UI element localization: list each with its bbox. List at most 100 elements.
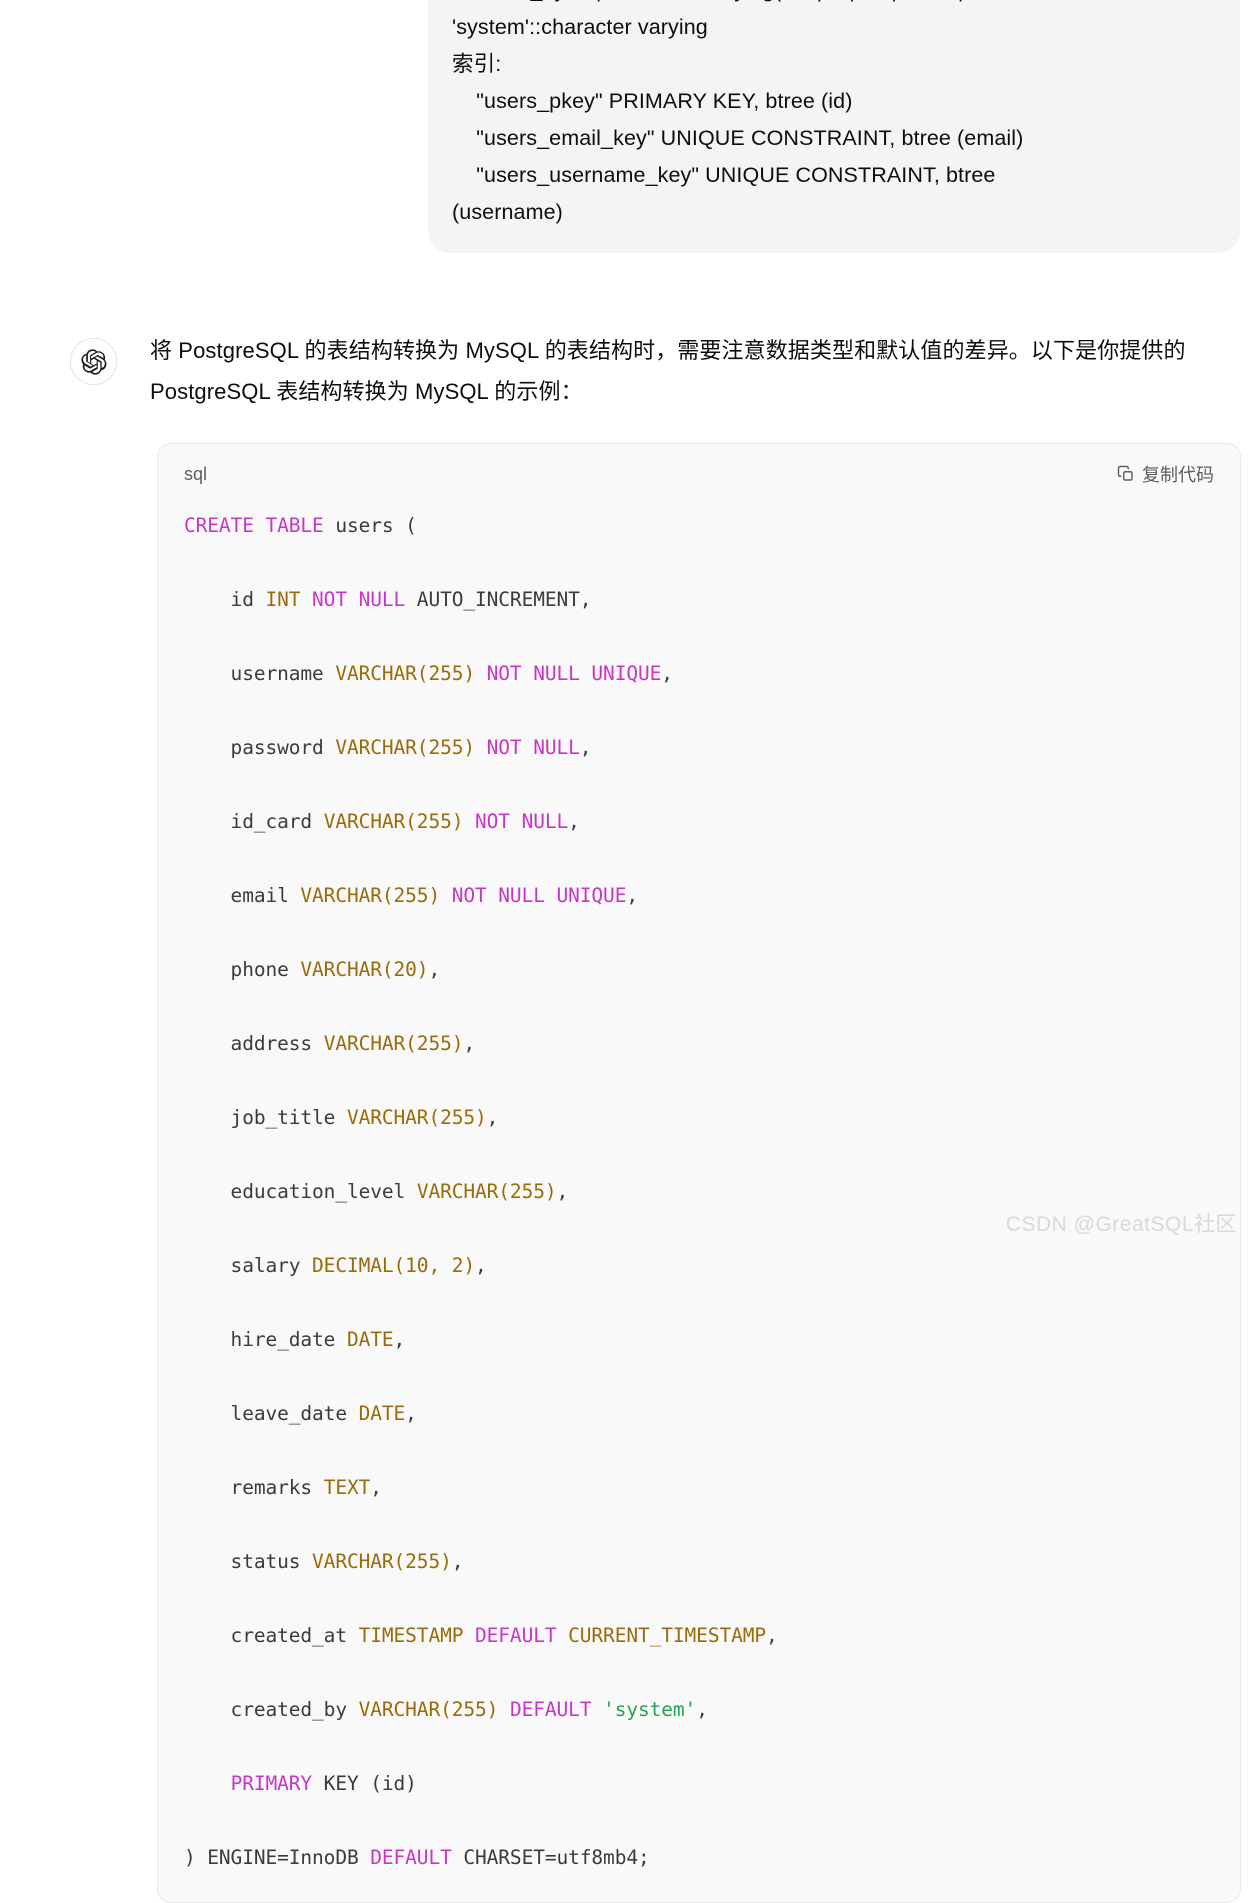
code-token: NOT NULL: [487, 736, 580, 759]
code-token: PRIMARY: [231, 1772, 312, 1795]
code-token: VARCHAR(255): [335, 662, 475, 685]
code-block: sql 复制代码 CREATE TABLE users ( id INT NOT…: [157, 443, 1241, 1903]
code-line: PRIMARY KEY (id): [184, 1765, 1214, 1802]
code-token: ,: [452, 1550, 464, 1573]
code-line: job_title VARCHAR(255),: [184, 1099, 1214, 1136]
code-token: ,: [766, 1624, 778, 1647]
code-token: VARCHAR(255): [324, 1032, 464, 1055]
code-token: ,: [475, 1254, 487, 1277]
code-token: ,: [661, 662, 673, 685]
code-token: ,: [428, 958, 440, 981]
code-token: TEXT: [324, 1476, 371, 1499]
code-line: education_level VARCHAR(255),: [184, 1173, 1214, 1210]
code-content[interactable]: CREATE TABLE users ( id INT NOT NULL AUT…: [158, 493, 1240, 1902]
code-token: NOT NULL UNIQUE: [452, 884, 627, 907]
assistant-message-body: 将 PostgreSQL 的表结构转换为 MySQL 的表结构时，需要注意数据类…: [150, 330, 1242, 430]
code-line: email VARCHAR(255) NOT NULL UNIQUE,: [184, 877, 1214, 914]
code-language-label: sql: [184, 464, 207, 485]
code-token: ,: [696, 1698, 708, 1721]
code-token: users (: [324, 514, 417, 537]
code-line: salary DECIMAL(10, 2),: [184, 1247, 1214, 1284]
user-message-line: "users_email_key" UNIQUE CONSTRAINT, btr…: [452, 120, 1216, 157]
code-token: job_title: [184, 1106, 347, 1129]
code-token: ,: [557, 1180, 569, 1203]
code-token: NOT NULL: [312, 588, 405, 611]
code-token: [498, 1698, 510, 1721]
code-token: VARCHAR(255): [324, 810, 464, 833]
copy-code-button[interactable]: 复制代码: [1117, 461, 1214, 487]
user-message-bubble: created_by | character varying(255) | | …: [428, 0, 1240, 253]
code-line: address VARCHAR(255),: [184, 1025, 1214, 1062]
code-token: VARCHAR(20): [300, 958, 428, 981]
code-token: hire_date: [184, 1328, 347, 1351]
code-line: username VARCHAR(255) NOT NULL UNIQUE,: [184, 655, 1214, 692]
code-token: phone: [184, 958, 300, 981]
assistant-paragraph: 将 PostgreSQL 的表结构转换为 MySQL 的表结构时，需要注意数据类…: [150, 330, 1242, 412]
code-line: id INT NOT NULL AUTO_INCREMENT,: [184, 581, 1214, 618]
code-token: remarks: [184, 1476, 324, 1499]
code-token: password: [184, 736, 335, 759]
code-token: NOT NULL UNIQUE: [487, 662, 662, 685]
user-message-line: created_by | character varying(255) | | …: [452, 0, 1216, 9]
code-token: DEFAULT: [370, 1846, 451, 1869]
code-line: created_by VARCHAR(255) DEFAULT 'system'…: [184, 1691, 1214, 1728]
openai-logo-icon: [81, 349, 107, 375]
copy-code-label: 复制代码: [1142, 461, 1214, 487]
code-token: salary: [184, 1254, 312, 1277]
code-line: remarks TEXT,: [184, 1469, 1214, 1506]
code-token: ,: [370, 1476, 382, 1499]
code-token: ,: [626, 884, 638, 907]
code-token: AUTO_INCREMENT,: [405, 588, 591, 611]
user-message-line: (username): [452, 194, 1216, 231]
code-token: ,: [405, 1402, 417, 1425]
code-token: CHARSET=utf8mb4;: [452, 1846, 650, 1869]
code-token: [475, 662, 487, 685]
code-line: CREATE TABLE users (: [184, 507, 1214, 544]
user-message-line: "users_username_key" UNIQUE CONSTRAINT, …: [452, 157, 1216, 194]
code-block-header: sql 复制代码: [158, 444, 1240, 493]
code-token: INT: [265, 588, 300, 611]
code-token: DATE: [359, 1402, 406, 1425]
code-token: education_level: [184, 1180, 417, 1203]
code-token: VARCHAR(255): [312, 1550, 452, 1573]
code-token: [475, 736, 487, 759]
code-token: KEY (id): [312, 1772, 417, 1795]
code-token: VARCHAR(255): [347, 1106, 487, 1129]
code-token: CREATE TABLE: [184, 514, 324, 537]
code-token: status: [184, 1550, 312, 1573]
code-token: DEFAULT: [475, 1624, 556, 1647]
code-token: [557, 1624, 569, 1647]
code-token: VARCHAR(255): [417, 1180, 557, 1203]
code-token: ,: [487, 1106, 499, 1129]
code-token: leave_date: [184, 1402, 359, 1425]
code-token: created_by: [184, 1698, 359, 1721]
code-token: VARCHAR(255): [300, 884, 440, 907]
code-token: [440, 884, 452, 907]
assistant-avatar: [70, 338, 117, 385]
code-line: id_card VARCHAR(255) NOT NULL,: [184, 803, 1214, 840]
code-line: hire_date DATE,: [184, 1321, 1214, 1358]
code-token: NOT NULL: [475, 810, 568, 833]
code-token: ,: [580, 736, 592, 759]
copy-icon: [1117, 465, 1135, 483]
code-line: created_at TIMESTAMP DEFAULT CURRENT_TIM…: [184, 1617, 1214, 1654]
code-token: created_at: [184, 1624, 359, 1647]
code-token: [300, 588, 312, 611]
code-token: address: [184, 1032, 324, 1055]
code-token: ,: [394, 1328, 406, 1351]
user-message-line: 'system'::character varying: [452, 9, 1216, 46]
code-token: [463, 1624, 475, 1647]
code-token: ) ENGINE=InnoDB: [184, 1846, 370, 1869]
code-token: [591, 1698, 603, 1721]
code-line: phone VARCHAR(20),: [184, 951, 1214, 988]
code-token: username: [184, 662, 335, 685]
code-token: DEFAULT: [510, 1698, 591, 1721]
code-token: [184, 1772, 231, 1795]
code-line: status VARCHAR(255),: [184, 1543, 1214, 1580]
code-token: id_card: [184, 810, 324, 833]
code-token: CURRENT_TIMESTAMP: [568, 1624, 766, 1647]
code-token: ,: [568, 810, 580, 833]
code-token: DECIMAL(10, 2): [312, 1254, 475, 1277]
code-token: id: [184, 588, 265, 611]
code-token: DATE: [347, 1328, 394, 1351]
